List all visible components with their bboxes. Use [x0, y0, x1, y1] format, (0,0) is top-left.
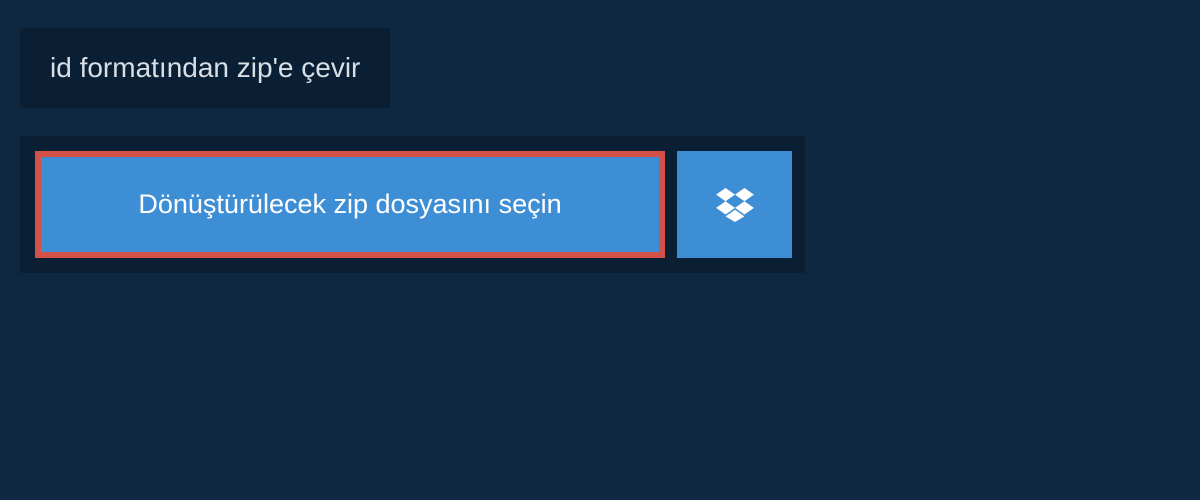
select-file-button[interactable]: Dönüştürülecek zip dosyasını seçin — [35, 151, 665, 258]
upload-panel: Dönüştürülecek zip dosyasını seçin — [20, 136, 805, 273]
dropbox-icon — [716, 188, 754, 222]
page-title: id formatından zip'e çevir — [20, 28, 390, 108]
dropbox-button[interactable] — [677, 151, 792, 258]
